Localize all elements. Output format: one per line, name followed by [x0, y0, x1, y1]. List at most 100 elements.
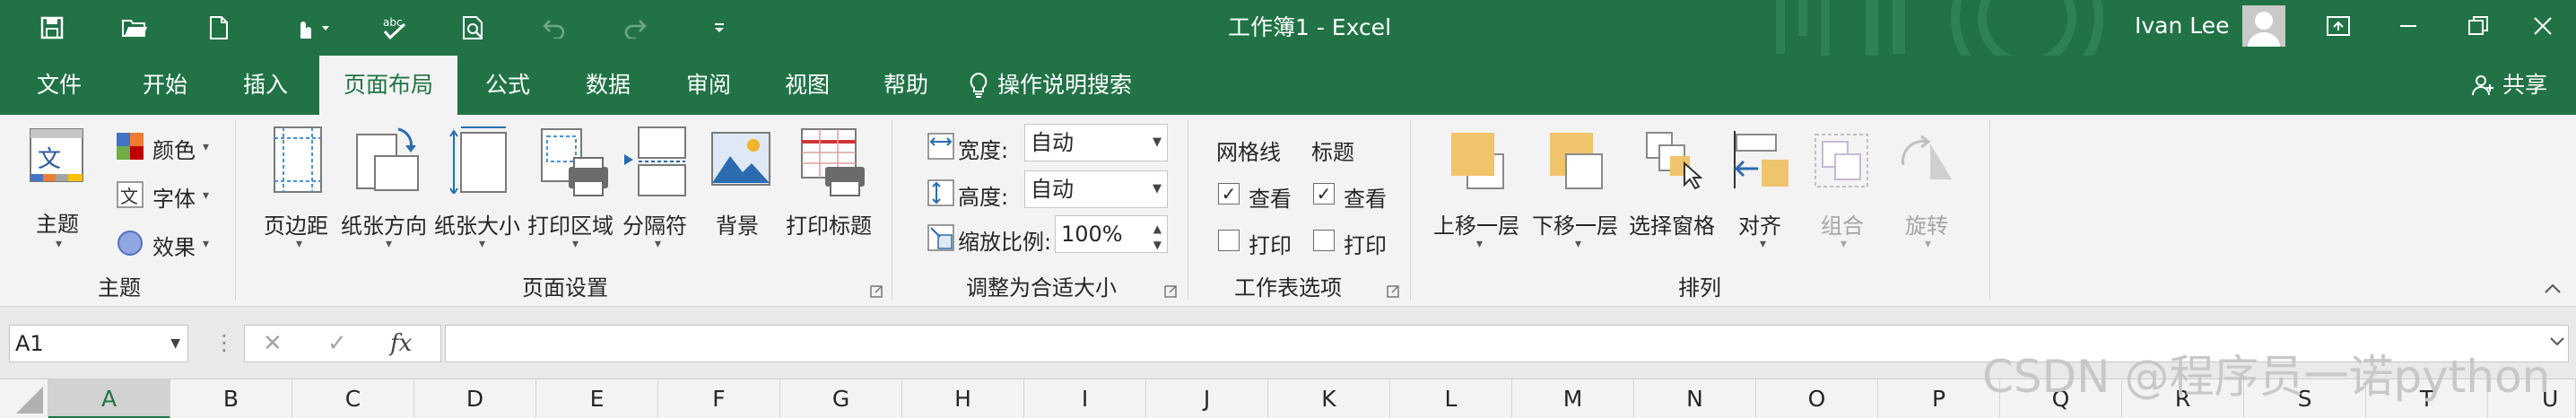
dialog-launcher-icon[interactable]: [1164, 285, 1177, 298]
chevron-down-icon: ▾: [1841, 237, 1848, 251]
group-label-arrange: 排列: [1678, 275, 1721, 300]
tab-review[interactable]: 审阅: [662, 56, 755, 115]
column-header-b[interactable]: B: [170, 379, 292, 418]
dialog-launcher-icon[interactable]: [1387, 285, 1399, 298]
print-preview-button[interactable]: [448, 0, 499, 56]
column-header-e[interactable]: E: [536, 379, 658, 418]
orientation-button[interactable]: 纸张方向 ▾: [341, 126, 434, 269]
redo-icon: [624, 20, 647, 39]
background-button[interactable]: 背景: [707, 126, 775, 269]
restore-button[interactable]: [2447, 0, 2510, 52]
column-header-a[interactable]: A: [48, 379, 170, 418]
tell-me-search[interactable]: 操作说明搜索: [969, 56, 1132, 115]
bring-forward-button[interactable]: 上移一层 ▾: [1432, 126, 1525, 269]
column-header-j[interactable]: J: [1146, 379, 1268, 418]
tab-page-layout[interactable]: 页面布局: [319, 56, 457, 115]
group-objects-button[interactable]: 组合 ▾: [1808, 126, 1876, 269]
customize-qat-button[interactable]: [694, 0, 744, 56]
gridlines-print-checkbox[interactable]: [1218, 230, 1240, 251]
fonts-button[interactable]: 文 字体 ▾: [113, 178, 221, 213]
column-header-g[interactable]: G: [780, 379, 902, 418]
theme-label: 主题: [36, 212, 79, 237]
font-icon: 文: [117, 181, 144, 208]
dialog-launcher-icon[interactable]: [870, 285, 883, 298]
user-name[interactable]: Ivan Lee: [2135, 0, 2230, 52]
tab-view[interactable]: 视图: [761, 56, 854, 115]
tab-file[interactable]: 文件: [13, 56, 106, 115]
avatar[interactable]: [2242, 5, 2285, 47]
width-label: 宽度:: [958, 138, 1009, 163]
margins-button[interactable]: 页边距 ▾: [260, 126, 341, 269]
undo-button[interactable]: [529, 0, 579, 56]
theme-button[interactable]: 文 主题 ▾: [20, 127, 100, 271]
column-header-m[interactable]: M: [1512, 379, 1634, 418]
enter-check-icon[interactable]: ✓: [327, 326, 347, 361]
tab-home[interactable]: 开始: [118, 56, 212, 115]
width-icon: [927, 133, 954, 160]
align-button[interactable]: 对齐 ▾: [1727, 126, 1796, 269]
column-header-l[interactable]: L: [1390, 379, 1512, 418]
name-box[interactable]: A1 ▼: [9, 325, 188, 362]
column-header-h[interactable]: H: [902, 379, 1024, 418]
print-area-button[interactable]: 打印区域 ▾: [527, 126, 621, 269]
open-button[interactable]: [109, 0, 160, 56]
new-file-button[interactable]: [194, 0, 244, 56]
name-box-value: A1: [15, 331, 44, 356]
close-button[interactable]: [2511, 0, 2574, 52]
save-button[interactable]: [27, 0, 77, 56]
tab-data[interactable]: 数据: [561, 56, 655, 115]
share-person-icon: [2472, 75, 2493, 96]
orientation-label: 纸张方向: [341, 213, 427, 239]
scale-spinner[interactable]: 100% ▲ ▼: [1055, 215, 1168, 253]
column-header-i[interactable]: I: [1024, 379, 1146, 418]
insert-function-button[interactable]: fx: [390, 326, 412, 361]
ribbon-display-options-button[interactable]: [2307, 0, 2370, 52]
spin-down-icon[interactable]: ▼: [1153, 227, 1162, 263]
column-header-f[interactable]: F: [658, 379, 780, 418]
group-objects-icon: [1815, 134, 1868, 187]
size-button[interactable]: 纸张大小 ▾: [434, 126, 527, 269]
print-titles-icon: [801, 128, 865, 196]
spelling-button[interactable]: abc: [370, 0, 420, 56]
page-break-icon: [624, 126, 686, 196]
tell-me-label: 操作说明搜索: [997, 72, 1133, 98]
headings-view-checkbox[interactable]: ✓: [1313, 183, 1335, 205]
share-button[interactable]: 共享: [2472, 56, 2547, 115]
send-backward-button[interactable]: 下移一层 ▾: [1530, 126, 1623, 269]
resize-handle-icon[interactable]: ⋮: [213, 325, 235, 362]
width-select[interactable]: 自动 ▼: [1024, 124, 1168, 161]
column-header-o[interactable]: O: [1756, 379, 1878, 418]
rotate-icon: [1902, 135, 1952, 179]
ribbon-page-layout: 文 主题 ▾ 颜色 ▾ 文 字体 ▾ 效果 ▾ 主题 页边距 ▾ 纸张方向 ▾ …: [0, 115, 2576, 307]
cancel-icon[interactable]: ✕: [263, 326, 283, 361]
tab-formulas[interactable]: 公式: [461, 56, 554, 115]
chevron-down-icon: ▾: [479, 237, 486, 251]
touch-mode-button[interactable]: [278, 0, 344, 56]
scale-icon: [927, 224, 954, 251]
selection-pane-button[interactable]: 选择窗格: [1627, 126, 1720, 269]
minimize-button[interactable]: [2377, 0, 2440, 52]
breaks-button[interactable]: 分隔符 ▾: [622, 126, 698, 269]
headings-print-checkbox[interactable]: [1313, 230, 1335, 251]
effects-button[interactable]: 效果 ▾: [113, 226, 221, 262]
paper-size-icon: [449, 126, 507, 194]
rotate-button[interactable]: 旋转 ▾: [1893, 126, 1961, 269]
tab-help[interactable]: 帮助: [859, 56, 953, 115]
print-titles-button[interactable]: 打印标题: [786, 126, 879, 269]
select-all-button[interactable]: [0, 379, 48, 418]
gridlines-view-checkbox[interactable]: ✓: [1218, 183, 1240, 205]
title-bar: abc 工作簿1 - Excel Ivan Lee: [0, 0, 2576, 56]
redo-button[interactable]: [610, 0, 660, 56]
tab-insert[interactable]: 插入: [219, 56, 312, 115]
column-header-c[interactable]: C: [292, 379, 414, 418]
expand-formula-bar-icon[interactable]: [2549, 335, 2565, 348]
close-icon: [2534, 17, 2552, 35]
window-title: 工作簿1 - Excel: [1227, 14, 1392, 40]
collapse-ribbon-icon[interactable]: [2544, 282, 2562, 294]
column-header-n[interactable]: N: [1634, 379, 1756, 418]
group-label-page-setup: 页面设置: [522, 275, 608, 300]
column-header-k[interactable]: K: [1268, 379, 1390, 418]
colors-button[interactable]: 颜色 ▾: [113, 129, 221, 165]
column-header-d[interactable]: D: [414, 379, 536, 418]
height-select[interactable]: 自动 ▼: [1024, 170, 1168, 208]
